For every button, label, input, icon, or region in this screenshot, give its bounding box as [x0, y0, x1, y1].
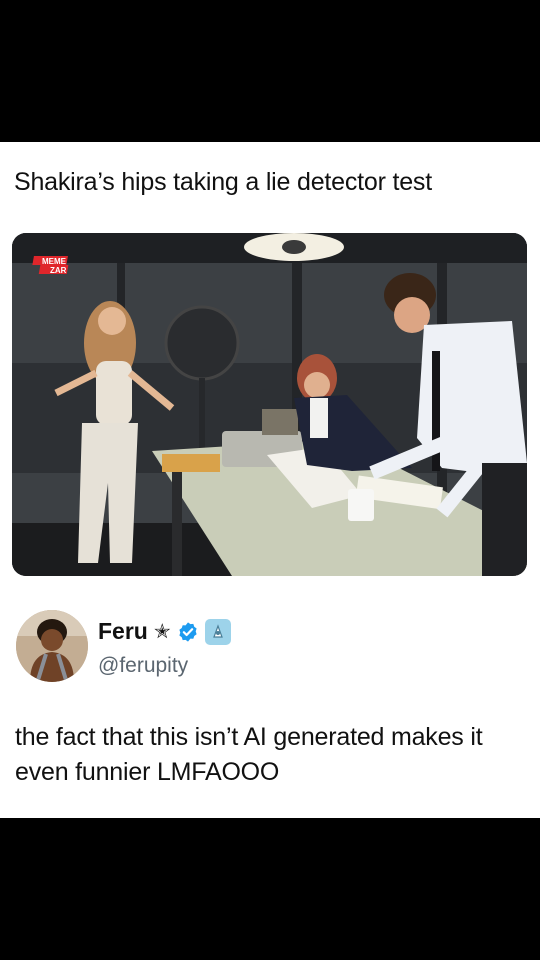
avatar[interactable]	[16, 610, 88, 682]
lie-detector-photo: MEME ZAR	[12, 233, 527, 576]
post-image[interactable]: MEME ZAR	[12, 233, 527, 576]
author-name[interactable]: Feru	[98, 618, 148, 645]
svg-text:MEME: MEME	[42, 257, 67, 266]
name-row: Feru ✭	[98, 618, 231, 645]
author-handle[interactable]: @ferupity	[98, 654, 188, 678]
star-glyph: ✭	[153, 620, 171, 643]
svg-text:ZAR: ZAR	[50, 266, 67, 275]
author-row[interactable]: Feru ✭ @ferupity	[14, 606, 526, 686]
post-headline: Shakira’s hips taking a lie detector tes…	[14, 168, 432, 196]
affiliate-badge-icon[interactable]	[204, 618, 231, 645]
tweet-text: the fact that this isn’t AI generated ma…	[15, 723, 483, 786]
post-card: Shakira’s hips taking a lie detector tes…	[0, 142, 540, 818]
verified-badge-icon[interactable]	[177, 621, 199, 643]
